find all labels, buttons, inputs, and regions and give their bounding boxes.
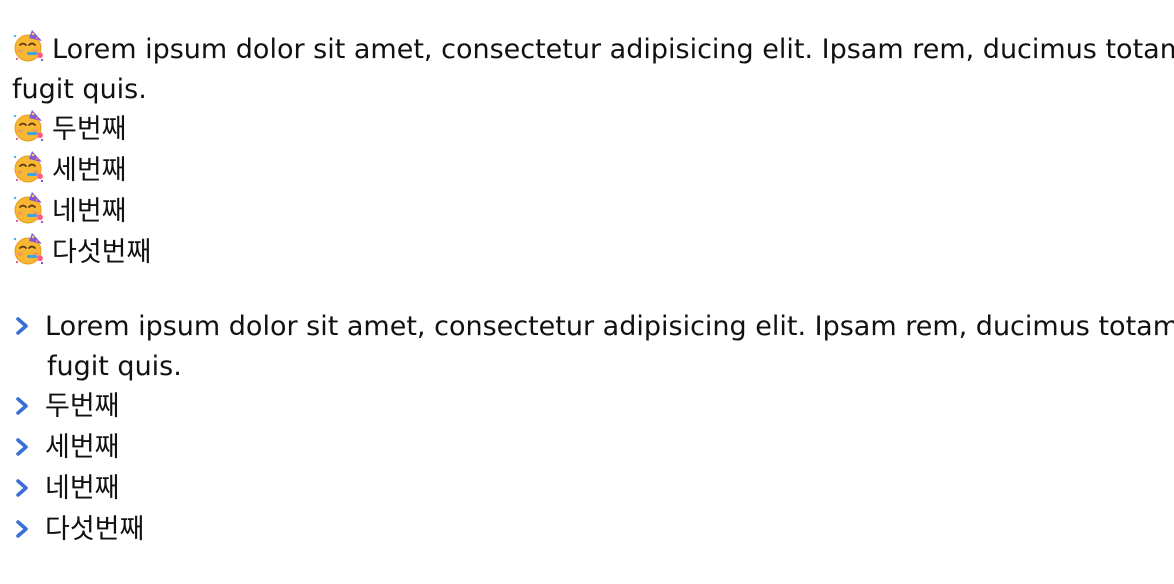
list-item: 두번째 <box>12 109 1174 150</box>
list-item-text: 세번째 <box>52 155 127 186</box>
partying-face-emoji-icon <box>12 191 46 225</box>
partying-face-emoji-icon <box>12 232 46 266</box>
list-item-text: 두번째 <box>45 391 120 422</box>
list-item-text: 세번째 <box>45 432 120 463</box>
chevron-right-icon <box>12 518 34 540</box>
chevron-right-icon <box>12 436 34 458</box>
list-item: 네번째 <box>12 191 1174 232</box>
list-item: 세번째 <box>12 150 1174 191</box>
list-item: 두번째 <box>12 387 1174 428</box>
partying-face-emoji-icon <box>12 109 46 143</box>
list-item-text: Lorem ipsum dolor sit amet, consectetur … <box>45 311 1174 342</box>
partying-face-emoji-icon <box>12 150 46 184</box>
chevron-right-icon <box>12 477 34 499</box>
list-item-text: 다섯번째 <box>52 237 152 268</box>
list-item-text-continued: fugit quis. <box>47 351 182 382</box>
chevron-right-icon <box>12 395 34 417</box>
list-item: 네번째 <box>12 469 1174 510</box>
list-item-text-continued: fugit quis. <box>12 74 147 105</box>
partying-face-emoji-icon <box>12 29 46 63</box>
list-item: 다섯번째 <box>12 510 1174 551</box>
list-item: 다섯번째 <box>12 232 1174 273</box>
list-item: Lorem ipsum dolor sit amet, consectetur … <box>12 307 1174 387</box>
list-item-text: 다섯번째 <box>45 514 145 545</box>
chevron-right-icon <box>12 315 34 337</box>
list-item-text: 두번째 <box>52 114 127 145</box>
chevron-bullet-list: Lorem ipsum dolor sit amet, consectetur … <box>12 307 1174 551</box>
list-item-text: 네번째 <box>52 196 127 227</box>
list-item-text: 네번째 <box>45 473 120 504</box>
emoji-bullet-list: Lorem ipsum dolor sit amet, consectetur … <box>12 29 1174 273</box>
list-item: 세번째 <box>12 428 1174 469</box>
list-item: Lorem ipsum dolor sit amet, consectetur … <box>12 29 1174 109</box>
list-item-text: Lorem ipsum dolor sit amet, consectetur … <box>52 34 1174 65</box>
